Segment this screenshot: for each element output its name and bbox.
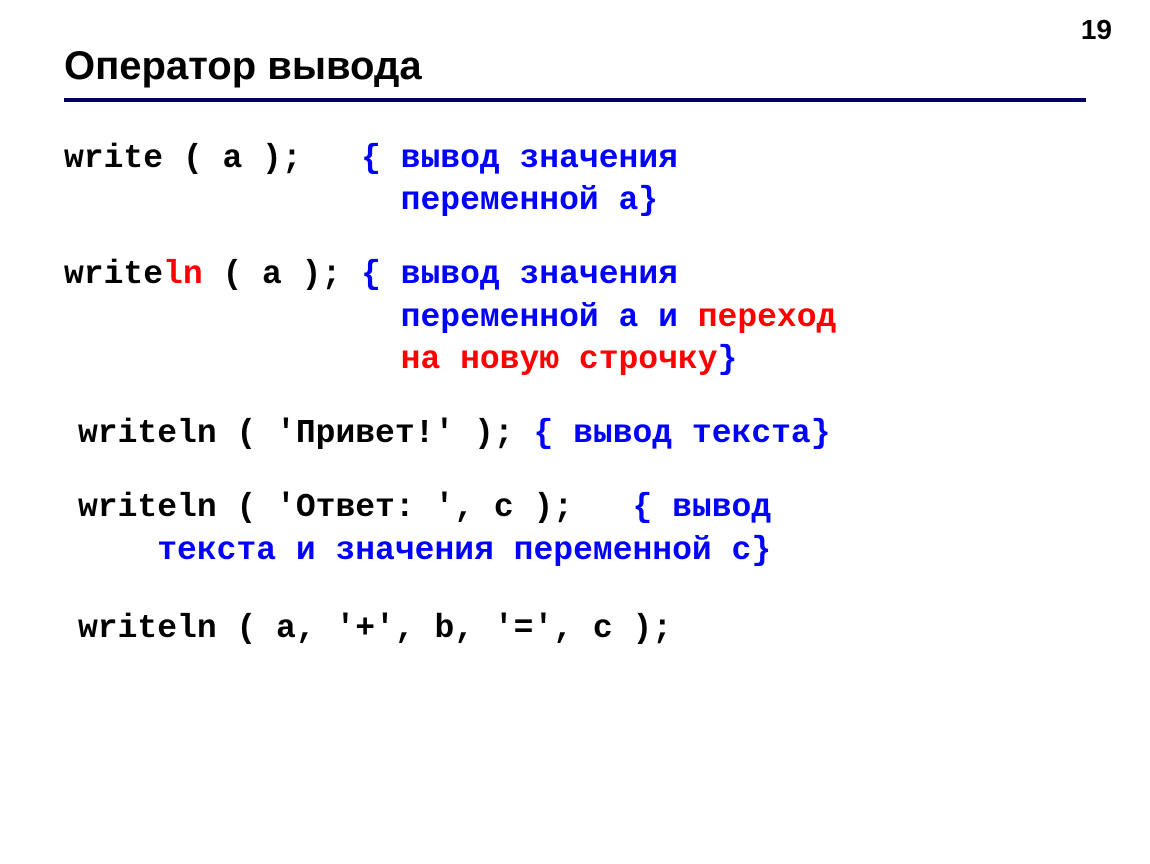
code-block-1: write ( a ); { вывод значения переменной…	[64, 138, 1104, 222]
code-text: writeln ( 'Привет!' );	[78, 415, 533, 452]
keyword-write: write	[64, 140, 163, 177]
comment-text: { вывод значения	[361, 140, 678, 177]
page-number: 19	[1081, 14, 1112, 46]
indent	[78, 532, 157, 569]
comment-highlight: переход	[698, 299, 837, 336]
code-block-4: writeln ( 'Ответ: ', c ); { вывод текста…	[64, 487, 1104, 571]
comment-text: { вывод	[633, 489, 772, 526]
slide-page: 19 Оператор вывода write ( a ); { вывод …	[0, 0, 1150, 864]
code-text: ( a );	[203, 256, 361, 293]
slide-title: Оператор вывода	[64, 44, 422, 89]
comment-text: переменной a}	[401, 182, 658, 219]
keyword-write: write	[64, 256, 163, 293]
comment-text: переменной a и	[401, 299, 698, 336]
comment-text: { вывод текста}	[533, 415, 830, 452]
comment-highlight: на новую строчку	[401, 341, 718, 378]
comment-text: }	[718, 341, 738, 378]
comment-text: { вывод значения	[361, 256, 678, 293]
code-block-5: writeln ( a, '+', b, '=', c );	[64, 608, 1104, 650]
code-text: ( a );	[163, 140, 361, 177]
indent	[64, 341, 401, 378]
code-block-2: writeln ( a ); { вывод значения переменн…	[64, 254, 1104, 381]
indent	[64, 182, 401, 219]
heading-underline	[64, 98, 1086, 102]
comment-text: текста и значения переменной c}	[157, 532, 771, 569]
keyword-ln: ln	[163, 256, 203, 293]
code-block-3: writeln ( 'Привет!' ); { вывод текста}	[64, 413, 1104, 455]
code-text: writeln ( 'Ответ: ', c );	[78, 489, 633, 526]
indent	[64, 299, 401, 336]
code-content: write ( a ); { вывод значения переменной…	[64, 130, 1104, 650]
code-text: writeln ( a, '+', b, '=', c );	[78, 610, 672, 647]
